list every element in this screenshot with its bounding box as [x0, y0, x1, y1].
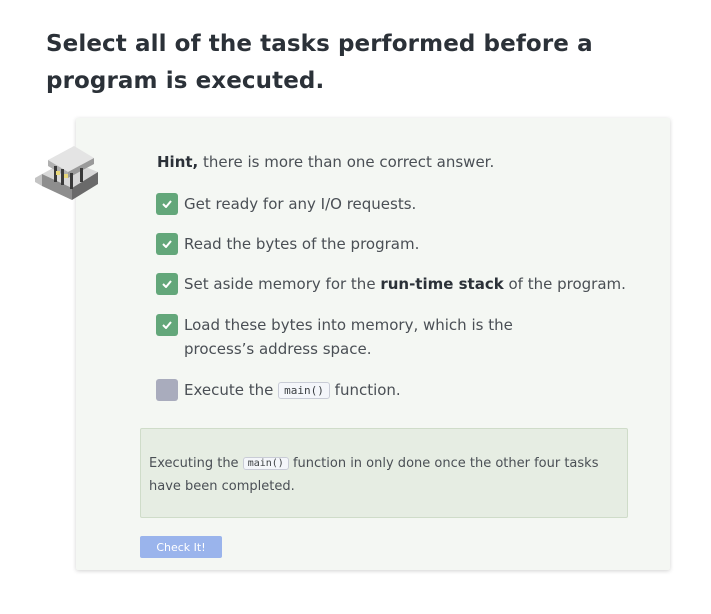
checkmark-icon — [162, 240, 172, 248]
option-text-bold: run-time stack — [380, 275, 504, 293]
option-text-post: function. — [329, 381, 401, 399]
checkmark-icon — [162, 200, 172, 208]
feedback-text-pre: Executing the — [149, 456, 243, 471]
robot-mascot-icon — [34, 142, 100, 204]
option-text-pre: Execute the — [184, 381, 279, 399]
option-label: Execute the main() function. — [184, 378, 401, 404]
option-read-bytes[interactable]: Read the bytes of the program. — [156, 232, 626, 256]
option-label: Get ready for any I/O requests. — [184, 195, 417, 213]
question-title: Select all of the tasks performed before… — [46, 31, 593, 94]
option-load-bytes[interactable]: Load these bytes into memory, which is t… — [156, 313, 576, 361]
checkmark-icon — [162, 321, 172, 329]
inline-code: main() — [278, 382, 330, 399]
checkbox-checked[interactable] — [156, 233, 178, 255]
hint-label: Hint, — [157, 153, 199, 171]
hint-body: there is more than one correct answer. — [198, 153, 495, 171]
option-label: Set aside memory for the run-time stack … — [184, 272, 626, 296]
option-runtime-stack[interactable]: Set aside memory for the run-time stack … — [156, 272, 626, 296]
checkmark-icon — [162, 280, 172, 288]
check-it-button[interactable]: Check It! — [140, 536, 222, 558]
checkbox-unchecked[interactable] — [156, 379, 178, 401]
checkbox-checked[interactable] — [156, 314, 178, 336]
option-io-requests[interactable]: Get ready for any I/O requests. — [156, 192, 626, 216]
option-label: Load these bytes into memory, which is t… — [184, 316, 513, 358]
option-text-pre: Set aside memory for the — [184, 275, 381, 293]
checkbox-checked[interactable] — [156, 193, 178, 215]
feedback-box: Executing the main() function in only do… — [140, 428, 628, 518]
option-execute-main[interactable]: Execute the main() function. — [156, 378, 626, 404]
inline-code: main() — [242, 457, 289, 470]
checkbox-checked[interactable] — [156, 273, 178, 295]
option-text-post: of the program. — [503, 275, 626, 293]
hint-text: Hint, there is more than one correct ans… — [157, 153, 494, 171]
option-label: Read the bytes of the program. — [184, 235, 420, 253]
